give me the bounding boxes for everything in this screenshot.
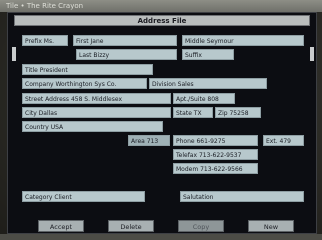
accept-button[interactable]: Accept — [38, 220, 84, 232]
division-field[interactable]: Division Sales — [149, 78, 267, 89]
company-field[interactable]: Company Worthington Sys Co. — [22, 78, 147, 89]
extension-field[interactable]: Ext. 479 — [263, 135, 304, 146]
modem-field[interactable]: Modem 713-622-9566 — [173, 163, 258, 174]
suffix-field[interactable]: Suffix — [182, 49, 234, 60]
street-address-field[interactable]: Street Address 458 S. Middlesex — [22, 93, 171, 104]
city-field[interactable]: City Dallas — [22, 107, 171, 118]
area-code-field[interactable]: Area 713 — [128, 135, 170, 146]
category-field[interactable]: Category Client — [22, 191, 145, 202]
window-title: Address File — [14, 15, 310, 26]
apt-suite-field[interactable]: Apt./Suite 808 — [173, 93, 235, 104]
last-name-field[interactable]: Last Bizzy — [76, 49, 177, 60]
prefix-field[interactable]: Prefix Ms. — [22, 35, 68, 46]
zip-field[interactable]: Zip 75258 — [215, 107, 261, 118]
salutation-field[interactable]: Salutation — [180, 191, 304, 202]
left-scroll-handle[interactable] — [12, 47, 16, 61]
right-scroll-handle[interactable] — [310, 47, 314, 61]
photo-caption: Tile • The Rite Crayon — [0, 0, 322, 12]
new-button[interactable]: New — [248, 220, 294, 232]
application-screen: Address File Prefix Ms. First Jane Middl… — [7, 12, 317, 234]
telefax-field[interactable]: Telefax 713-622-9537 — [173, 149, 258, 160]
first-name-field[interactable]: First Jane — [73, 35, 177, 46]
delete-button[interactable]: Delete — [108, 220, 154, 232]
monitor-bezel — [0, 234, 322, 240]
country-field[interactable]: Country USA — [22, 121, 163, 132]
title-field[interactable]: Title President — [22, 64, 153, 75]
middle-name-field[interactable]: Middle Seymour — [182, 35, 304, 46]
state-field[interactable]: State TX — [173, 107, 213, 118]
copy-button[interactable]: Copy — [178, 220, 224, 232]
monitor-photo: Tile • The Rite Crayon Address File Pref… — [0, 0, 322, 240]
phone-field[interactable]: Phone 661-9275 — [173, 135, 258, 146]
